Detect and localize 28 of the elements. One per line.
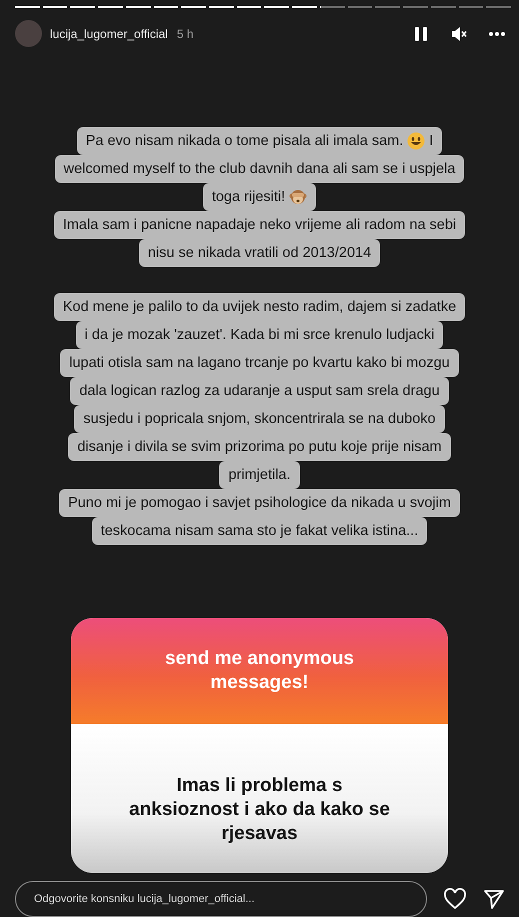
caption-text: Pa evo nisam nikada o tome pisala ali imala sam. bbox=[86, 132, 404, 151]
caption-text: welcomed myself to the club davnih dana ali sam se i uspjela bbox=[64, 160, 456, 179]
sticker-prompt: send me anonymous messages! bbox=[164, 647, 355, 695]
reply-field[interactable]: Odgovorite konsniku lucija_lugomer_official... bbox=[15, 881, 427, 917]
caption-text: lupati otisla sam na lagano trcanje po kvartu kako bi mozgu bbox=[69, 354, 450, 373]
monkey-emoji-icon bbox=[289, 188, 308, 206]
caption-text: i da je mozak 'zauzet'. Kada bi mi srce krenulo ludjacki bbox=[84, 326, 434, 345]
caption-text: disanje i divila se svim prizorima po putu koje prije nisam bbox=[77, 438, 442, 457]
caption-text: dala logican razlog za udaranje a usput sam srela dragu bbox=[79, 382, 440, 401]
caption-text: Puno mi je pomogao i savjet psihologice da nikada u svojim bbox=[68, 494, 451, 513]
send-icon[interactable] bbox=[483, 888, 505, 910]
heart-icon[interactable] bbox=[443, 888, 467, 910]
smiley-emoji-icon bbox=[407, 132, 426, 150]
more-icon[interactable] bbox=[489, 32, 505, 36]
muted-speaker-icon[interactable] bbox=[451, 26, 467, 42]
caption-text: I bbox=[429, 132, 434, 151]
sticker-question: Imas li problema s anksioznost i ako da kako se rjesavas bbox=[128, 774, 391, 846]
caption-text: teskocama nisam sama sto je fakat velika istina... bbox=[100, 522, 418, 541]
caption-text: Imala sam i panicne napadaje neko vrijeme ali radom na sebi bbox=[62, 216, 456, 235]
post-time: 5 h bbox=[176, 26, 194, 40]
caption-text: primjetila. bbox=[228, 466, 291, 485]
pause-icon[interactable] bbox=[413, 26, 429, 42]
question-sticker[interactable]: send me anonymous messages! Imas li problema s anksioznost i ako da kako se rjesavas bbox=[71, 618, 448, 873]
caption-text: Kod mene je palilo to da uvijek nesto radim, dajem si zadatke bbox=[62, 298, 456, 317]
caption-text: toga rijesiti! bbox=[212, 188, 286, 207]
caption-text: susjedu i popricala snjom, skoncentrirala se na duboko bbox=[83, 410, 436, 429]
caption-text: nisu se nikada vratili od 2013/2014 bbox=[148, 244, 372, 263]
username[interactable]: lucija_lugomer_official bbox=[50, 26, 168, 40]
